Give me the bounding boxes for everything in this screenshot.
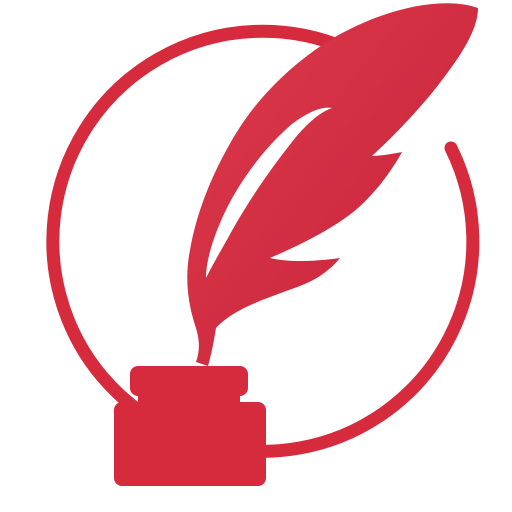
app-logo: [0, 0, 512, 512]
feather-icon: [187, 3, 478, 367]
quill-and-inkwell-icon: [46, 3, 480, 486]
inkwell-body: [114, 402, 266, 486]
inkwell-lip: [130, 366, 248, 396]
